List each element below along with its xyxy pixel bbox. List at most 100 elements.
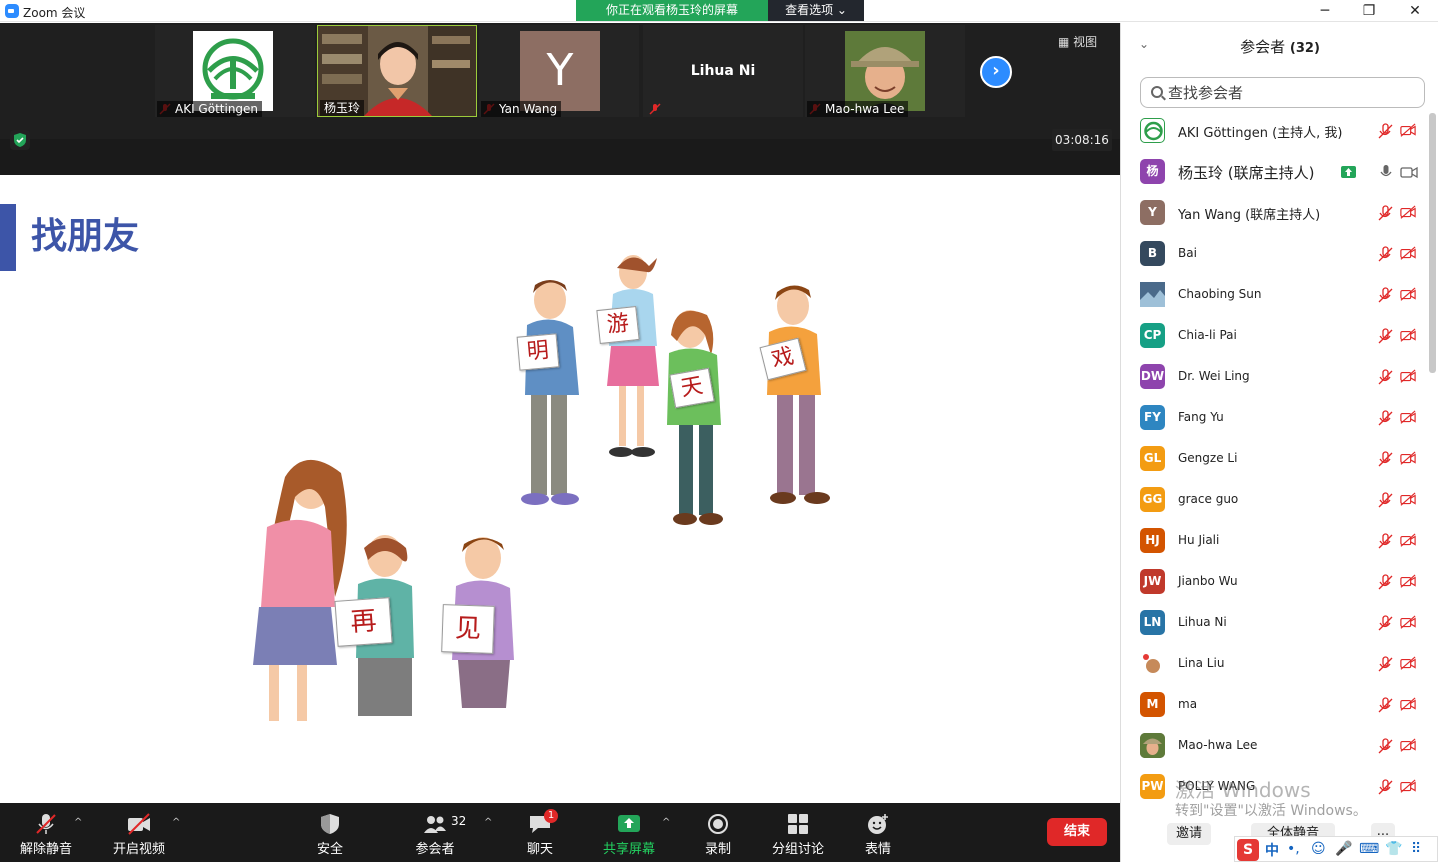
video-off-icon[interactable] xyxy=(1400,410,1416,426)
video-tile-yang-yuling[interactable]: 杨玉玲 xyxy=(317,25,477,117)
video-tile-yan-wang[interactable]: Y Yan Wang xyxy=(479,25,639,117)
punctuation-icon[interactable]: •, xyxy=(1287,841,1300,857)
participant-row[interactable]: Mao-hwa Lee xyxy=(1121,726,1427,767)
video-off-icon[interactable] xyxy=(1400,328,1416,344)
video-off-icon[interactable] xyxy=(1400,615,1416,631)
encryption-shield-icon[interactable] xyxy=(10,130,30,150)
ime-mode-indicator[interactable]: 中 xyxy=(1265,840,1279,860)
participants-options-caret-icon[interactable]: ^ xyxy=(484,817,492,828)
muted-mic-icon[interactable] xyxy=(1377,287,1393,303)
skin-icon[interactable]: 👕 xyxy=(1385,841,1402,857)
participant-row[interactable]: LN Lihua Ni xyxy=(1121,603,1427,644)
participant-row[interactable]: HJ Hu Jiali xyxy=(1121,521,1427,562)
panel-scrollbar[interactable] xyxy=(1429,113,1436,373)
word-card: 见 xyxy=(441,604,495,654)
muted-mic-icon[interactable] xyxy=(1377,123,1393,139)
participant-row[interactable]: Mma xyxy=(1121,685,1427,726)
muted-mic-icon[interactable] xyxy=(1377,779,1393,795)
muted-mic-icon[interactable] xyxy=(1377,410,1393,426)
view-toggle-button[interactable]: ▦ 视图 xyxy=(1058,33,1097,50)
video-tile-aki[interactable]: AKI Göttingen xyxy=(155,25,315,117)
participant-row[interactable]: Lina Liu xyxy=(1121,644,1427,685)
muted-mic-icon[interactable] xyxy=(1377,369,1393,385)
keyboard-icon[interactable]: ⌨ xyxy=(1359,841,1379,857)
video-off-icon[interactable] xyxy=(1400,738,1416,754)
participant-name: Chaobing Sun xyxy=(1178,287,1262,301)
maximize-button[interactable]: ❐ xyxy=(1356,1,1382,21)
avatar: B xyxy=(1140,241,1165,266)
video-off-icon[interactable] xyxy=(1400,123,1416,139)
close-window-button[interactable]: ✕ xyxy=(1402,1,1428,21)
invite-button[interactable]: 邀请 xyxy=(1167,823,1211,845)
muted-mic-icon[interactable] xyxy=(1377,451,1393,467)
next-page-arrow-icon[interactable]: › xyxy=(980,56,1012,88)
view-options-button[interactable]: 查看选项 ⌄ xyxy=(768,0,864,21)
participant-row[interactable]: Chaobing Sun xyxy=(1121,275,1427,316)
voice-input-icon[interactable]: 🎤 xyxy=(1335,841,1352,857)
video-off-icon[interactable] xyxy=(1400,697,1416,713)
participant-name: Lina Liu xyxy=(1178,656,1225,670)
sogou-ime-icon[interactable]: S xyxy=(1237,839,1259,861)
participant-name: Hu Jiali xyxy=(1178,533,1220,547)
security-button[interactable]: 安全 xyxy=(300,803,360,862)
participant-row[interactable]: Y Yan Wang (联席主持人) xyxy=(1121,193,1427,234)
unmute-button[interactable]: 解除静音 xyxy=(10,803,82,862)
video-off-icon[interactable] xyxy=(1400,369,1416,385)
reactions-button[interactable]: 表情 xyxy=(848,803,908,862)
video-tile-mao-hwa-lee[interactable]: Mao-hwa Lee xyxy=(805,25,965,117)
video-tile-lihua-ni[interactable]: Lihua Ni xyxy=(643,25,803,117)
muted-mic-icon[interactable] xyxy=(1377,615,1393,631)
muted-mic-icon[interactable] xyxy=(1377,492,1393,508)
muted-mic-icon[interactable] xyxy=(1377,533,1393,549)
video-off-icon[interactable] xyxy=(1400,205,1416,221)
cartoon-avatar-icon xyxy=(1140,651,1165,676)
share-options-caret-icon[interactable]: ^ xyxy=(662,817,670,828)
video-off-icon[interactable] xyxy=(1400,533,1416,549)
participant-row[interactable]: FY Fang Yu xyxy=(1121,398,1427,439)
participant-row[interactable]: 杨杨玉玲 (联席主持人) xyxy=(1121,152,1427,193)
participant-row[interactable]: DW Dr. Wei Ling xyxy=(1121,357,1427,398)
participant-row[interactable]: GL Gengze Li xyxy=(1121,439,1427,480)
share-screen-button[interactable]: 共享屏幕 xyxy=(596,803,662,862)
muted-mic-icon[interactable] xyxy=(1377,246,1393,262)
start-video-button[interactable]: 开启视频 xyxy=(103,803,175,862)
kid-illustration xyxy=(667,310,723,525)
chat-button[interactable]: 1 聊天 xyxy=(510,803,570,862)
muted-mic-icon[interactable] xyxy=(1377,205,1393,221)
breakout-rooms-button[interactable]: 分组讨论 xyxy=(766,803,830,862)
slide-accent-bar xyxy=(0,204,16,271)
end-meeting-button[interactable]: 结束 xyxy=(1047,818,1107,846)
video-off-icon[interactable] xyxy=(1400,574,1416,590)
video-off-icon[interactable] xyxy=(1400,656,1416,672)
toolbox-icon[interactable]: ⠿ xyxy=(1411,841,1421,857)
participants-button[interactable]: 32 参会者 xyxy=(405,803,466,862)
search-input[interactable] xyxy=(1168,82,1418,104)
muted-mic-icon[interactable] xyxy=(1377,574,1393,590)
video-off-icon[interactable] xyxy=(1400,451,1416,467)
muted-mic-icon[interactable] xyxy=(1377,697,1393,713)
participant-row[interactable]: GG grace guo xyxy=(1121,480,1427,521)
minimize-button[interactable]: ─ xyxy=(1312,1,1338,21)
record-button[interactable]: 录制 xyxy=(688,803,748,862)
reactions-icon xyxy=(868,814,888,834)
participant-row[interactable]: CP Chia-li Pai xyxy=(1121,316,1427,357)
kid-illustration xyxy=(767,285,830,504)
audio-options-caret-icon[interactable]: ^ xyxy=(74,817,82,828)
avatar: Y xyxy=(1140,200,1165,225)
video-off-icon[interactable] xyxy=(1400,492,1416,508)
video-off-icon[interactable] xyxy=(1400,287,1416,303)
word-card: 游 xyxy=(596,306,640,344)
video-camera-icon[interactable] xyxy=(1400,164,1418,180)
participant-row[interactable]: AKI Göttingen (主持人, 我) xyxy=(1121,111,1427,152)
emoji-icon[interactable]: ☺ xyxy=(1311,841,1326,857)
participant-search[interactable] xyxy=(1140,77,1425,108)
video-options-caret-icon[interactable]: ^ xyxy=(172,817,180,828)
participant-row[interactable]: JW Jianbo Wu xyxy=(1121,562,1427,603)
muted-mic-icon[interactable] xyxy=(1377,656,1393,672)
participant-row[interactable]: B Bai xyxy=(1121,234,1427,275)
video-off-icon[interactable] xyxy=(1400,779,1416,795)
muted-mic-icon[interactable] xyxy=(1377,738,1393,754)
muted-mic-icon[interactable] xyxy=(1377,328,1393,344)
video-off-icon[interactable] xyxy=(1400,246,1416,262)
mic-icon[interactable] xyxy=(1379,164,1393,180)
